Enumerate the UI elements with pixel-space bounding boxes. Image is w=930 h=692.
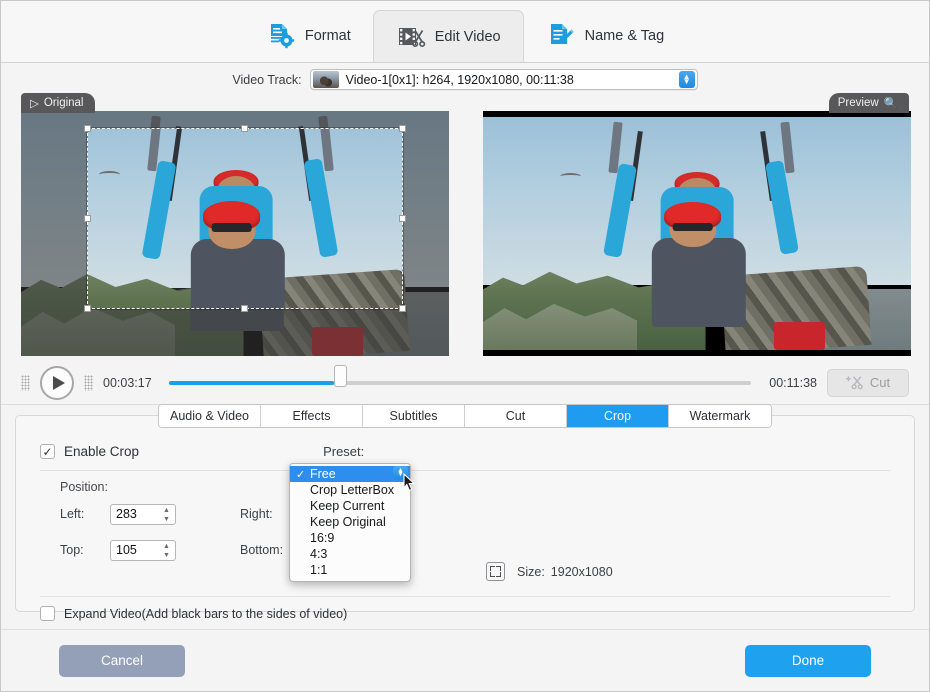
crop-handle-sw[interactable] [84, 305, 91, 312]
tab-edit-video-label: Edit Video [434, 28, 501, 45]
video-track-select[interactable]: Video-1[0x1]: h264, 1920x1080, 00:11:38 … [309, 69, 698, 90]
fit-to-size-icon[interactable] [486, 562, 505, 581]
preset-dropdown-menu[interactable]: ✓ Free ▲ ▼ Crop LetterBox Keep Current Ke… [289, 463, 411, 582]
tab-name-tag[interactable]: Name & Tag [524, 10, 687, 62]
crop-handle-se[interactable] [399, 305, 406, 312]
preview-pane-label[interactable]: Preview 🔍 [828, 93, 909, 113]
cut-button[interactable]: Cut [827, 368, 909, 397]
dialog-footer: Cancel Done [1, 629, 929, 691]
original-label-text: Original [43, 97, 84, 109]
preset-option-label: Free [310, 467, 336, 481]
preset-label: Preset: [323, 444, 365, 459]
crop-selection-rect[interactable] [84, 125, 406, 312]
preset-option-1-1[interactable]: 1:1 [290, 562, 410, 578]
play-button[interactable] [40, 365, 74, 400]
preset-option-16-9[interactable]: 16:9 [290, 530, 410, 546]
original-pane: ▷ Original [21, 93, 449, 361]
crop-handle-w[interactable] [84, 214, 91, 222]
tab-format[interactable]: Format [244, 10, 373, 62]
current-time: 00:03:17 [103, 375, 152, 390]
cut-scissors-icon [845, 376, 863, 390]
card-divider-bottom [40, 596, 890, 597]
magnifier-icon: 🔍 [883, 98, 898, 110]
cut-button-label: Cut [869, 375, 891, 390]
position-title: Position: [60, 480, 108, 494]
cancel-button[interactable]: Cancel [59, 644, 185, 677]
crop-handle-e[interactable] [399, 214, 406, 222]
seek-thumb[interactable] [334, 364, 348, 387]
preset-option-label: Keep Original [310, 515, 386, 529]
expand-video-label: Expand Video(Add black bars to the sides… [64, 606, 348, 621]
expand-video-checkbox[interactable] [40, 606, 55, 621]
top-stepper[interactable]: ▲▼ [110, 539, 176, 561]
right-label: Right: [240, 507, 273, 521]
edit-video-icon [398, 27, 426, 47]
left-right-row: Left: ▲▼ Right: [60, 500, 890, 528]
tab-format-label: Format [304, 28, 351, 44]
preview-video-frame [483, 117, 911, 350]
top-input[interactable] [116, 543, 162, 557]
left-label: Left: [60, 507, 85, 521]
tab-edit-video[interactable]: Edit Video [372, 10, 524, 62]
bottom-label: Bottom: [240, 543, 284, 557]
preset-option-keep-original[interactable]: Keep Original [290, 514, 410, 530]
preset-option-crop-letterbox[interactable]: Crop LetterBox [290, 482, 410, 498]
enable-crop-row: Enable Crop Preset: [16, 416, 914, 459]
top-spinner-icon[interactable]: ▲ ▼ [162, 543, 171, 559]
original-video-canvas[interactable] [21, 111, 449, 356]
preset-option-keep-current[interactable]: Keep Current [290, 498, 410, 514]
preview-panes: ▷ Original Preview 🔍 [1, 93, 929, 361]
size-row: Size: 1920x1080 [486, 562, 613, 581]
left-input[interactable] [116, 507, 162, 521]
size-label: Size: [517, 564, 545, 579]
play-triangle-icon: ▷ [30, 98, 39, 110]
preset-option-label: Crop LetterBox [310, 483, 395, 497]
top-tab-bar: Format Edit Video Name & Tag [1, 1, 929, 63]
top-label: Top: [60, 543, 84, 557]
preset-option-label: 16:9 [310, 531, 335, 545]
chevron-updown-icon[interactable]: ▲ ▼ [678, 71, 695, 88]
seek-progress-fill [169, 380, 335, 385]
enable-crop-label: Enable Crop [64, 444, 140, 459]
preset-option-label: Keep Current [310, 499, 385, 513]
left-spinner-icon[interactable]: ▲ ▼ [162, 507, 171, 523]
video-track-row: Video Track: Video-1[0x1]: h264, 1920x10… [1, 63, 929, 93]
expand-video-row: Expand Video(Add black bars to the sides… [40, 606, 347, 621]
name-tag-icon [550, 24, 574, 44]
crop-handle-s[interactable] [241, 305, 248, 312]
video-converter-window: Format Edit Video Name & Tag Video Track… [0, 0, 930, 692]
mouse-cursor-icon [403, 473, 416, 492]
crop-selection-content [88, 129, 402, 308]
left-grip-handle[interactable] [21, 374, 30, 391]
video-track-thumbnail [312, 71, 339, 88]
preview-label-text: Preview [837, 97, 879, 109]
crop-position-area: Position: Left: ▲▼ Right: Top: ▲▼ Bottom… [16, 471, 914, 564]
seek-bar[interactable] [169, 364, 751, 395]
total-time: 00:11:38 [769, 375, 817, 390]
crop-handle-nw[interactable] [84, 125, 91, 132]
preview-video-canvas[interactable] [483, 111, 911, 356]
preview-pane: Preview 🔍 [483, 93, 911, 361]
crop-handle-n[interactable] [241, 125, 248, 132]
crop-settings-card: Audio & Video Effects Subtitles Cut Crop… [15, 404, 915, 621]
enable-crop-checkbox[interactable] [40, 444, 55, 459]
original-pane-label[interactable]: ▷ Original [21, 93, 95, 113]
top-bottom-row: Top: ▲▼ Bottom: [60, 536, 890, 564]
right-grip-handle[interactable] [84, 374, 93, 391]
left-stepper[interactable]: ▲▼ [110, 503, 176, 525]
preset-option-label: 4:3 [310, 547, 328, 561]
preset-option-4-3[interactable]: 4:3 [290, 546, 410, 562]
preset-option-label: 1:1 [310, 563, 328, 577]
tab-name-tag-label: Name & Tag [584, 28, 665, 44]
video-track-label: Video Track: [232, 72, 302, 87]
size-value: 1920x1080 [550, 564, 613, 579]
preset-option-free[interactable]: ✓ Free ▲ ▼ [290, 466, 410, 482]
done-button[interactable]: Done [745, 644, 871, 677]
crop-handle-ne[interactable] [399, 125, 406, 132]
format-icon [270, 24, 295, 49]
transport-bar: 00:03:17 00:11:38 Cut [1, 361, 929, 405]
video-track-value: Video-1[0x1]: h264, 1920x1080, 00:11:38 [345, 72, 574, 87]
top-tabs-group: Format Edit Video Name & Tag [244, 1, 686, 62]
check-icon: ✓ [296, 468, 306, 481]
